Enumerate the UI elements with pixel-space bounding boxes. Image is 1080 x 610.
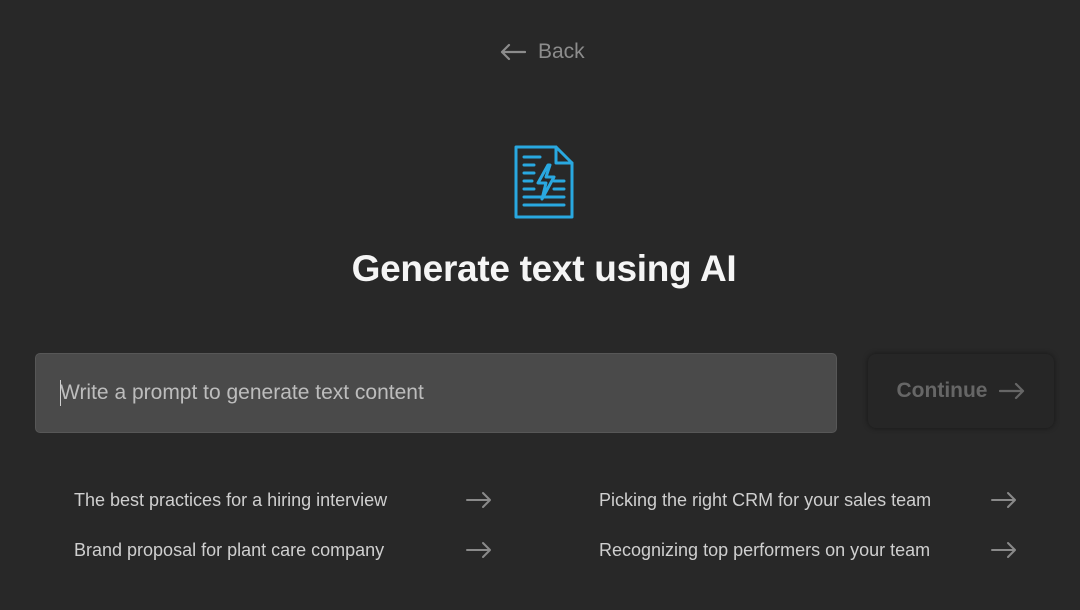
- arrow-right-icon: [991, 492, 1016, 508]
- suggestion-label: The best practices for a hiring intervie…: [74, 489, 388, 510]
- suggestion-label: Brand proposal for plant care company: [74, 539, 385, 560]
- page-title: Generate text using AI: [351, 248, 737, 289]
- suggestion-item[interactable]: Recognizing top performers on your team: [599, 535, 1017, 565]
- generate-text-page: Back Generate text using AI Continue The…: [0, 0, 1080, 610]
- suggestion-item[interactable]: Picking the right CRM for your sales tea…: [599, 485, 1017, 515]
- suggestion-item[interactable]: The best practices for a hiring intervie…: [74, 485, 492, 515]
- suggestion-item[interactable]: Brand proposal for plant care company: [74, 535, 492, 565]
- arrow-right-icon: [466, 542, 491, 558]
- back-button[interactable]: Back: [500, 36, 585, 68]
- suggestion-label: Recognizing top performers on your team: [599, 539, 931, 560]
- arrow-right-icon: [466, 492, 491, 508]
- continue-label: Continue: [896, 379, 988, 402]
- suggestion-label: Picking the right CRM for your sales tea…: [599, 489, 932, 510]
- text-caret: [60, 380, 61, 406]
- prompt-field: [35, 353, 837, 433]
- continue-button[interactable]: Continue: [868, 354, 1054, 428]
- arrow-left-icon: [500, 43, 526, 61]
- prompt-input[interactable]: [36, 354, 836, 432]
- arrow-right-icon: [999, 382, 1025, 400]
- arrow-right-icon: [991, 542, 1016, 558]
- back-label: Back: [538, 40, 585, 63]
- ai-document-icon: [514, 145, 574, 219]
